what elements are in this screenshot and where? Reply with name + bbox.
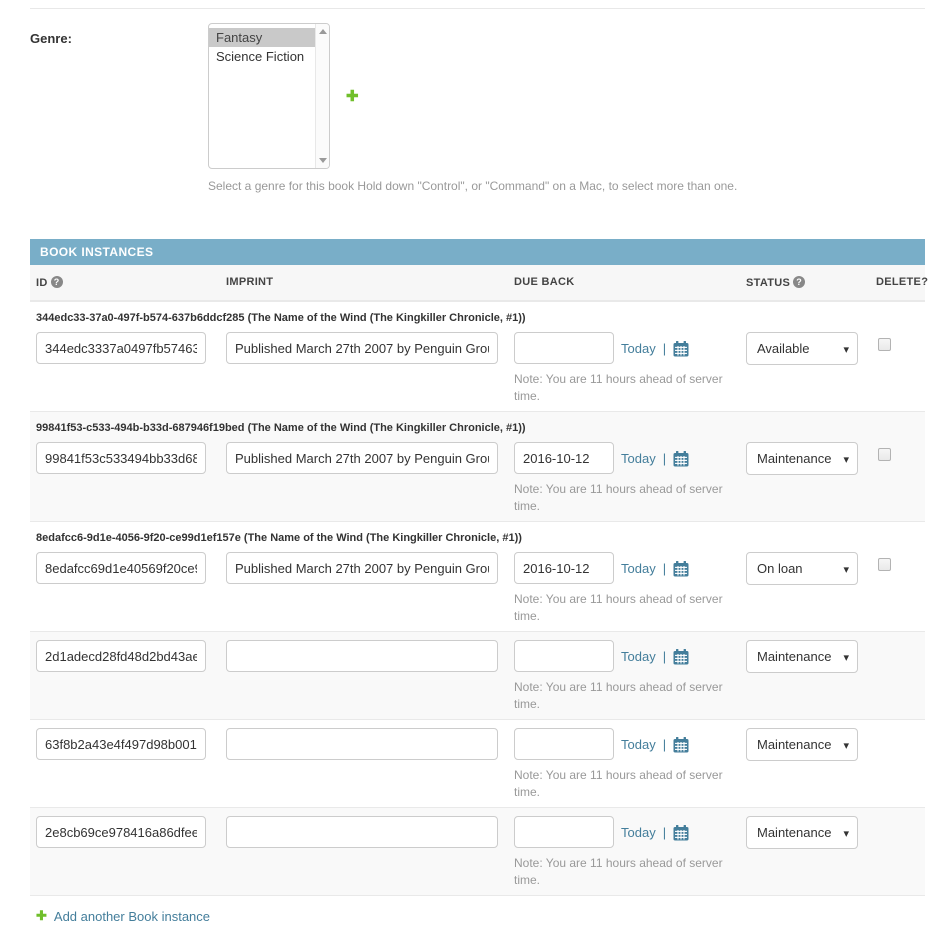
genre-option-fantasy[interactable]: Fantasy [209, 28, 315, 47]
instance-heading: 344edc33-37a0-497f-b574-637b6ddcf285 (Th… [30, 310, 925, 332]
plus-icon [36, 908, 47, 924]
book-instance-row: 99841f53-c533-494b-b33d-687946f19bed (Th… [30, 411, 925, 521]
separator: | [663, 825, 666, 840]
genre-multiselect[interactable]: Fantasy Science Fiction [208, 23, 330, 169]
scroll-down-icon[interactable] [319, 158, 327, 163]
server-time-note: Note: You are 11 hours ahead of server t… [514, 371, 740, 405]
imprint-input[interactable] [226, 442, 498, 474]
genre-option-list: Fantasy Science Fiction [209, 24, 315, 70]
column-header-row: ID IMPRINT DUE BACK STATUS DELETE? [30, 265, 925, 301]
today-link[interactable]: Today [621, 825, 656, 840]
delete-checkbox[interactable] [878, 448, 891, 461]
column-header-id: ID [30, 276, 220, 289]
status-select[interactable]: On loan [746, 552, 858, 585]
status-select[interactable]: Maintenance [746, 816, 858, 849]
calendar-icon[interactable] [673, 737, 689, 753]
chevron-down-icon [843, 825, 849, 840]
separator: | [663, 341, 666, 356]
id-input[interactable] [36, 640, 206, 672]
help-icon [793, 276, 805, 288]
due-back-input[interactable] [514, 640, 614, 672]
server-time-note: Note: You are 11 hours ahead of server t… [514, 591, 740, 625]
scrollbar[interactable] [315, 24, 329, 168]
book-instances-panel: BOOK INSTANCES ID IMPRINT DUE BACK STATU… [30, 239, 925, 936]
delete-checkbox[interactable] [878, 558, 891, 571]
server-time-note: Note: You are 11 hours ahead of server t… [514, 855, 740, 889]
id-input[interactable] [36, 728, 206, 760]
calendar-icon[interactable] [673, 451, 689, 467]
status-value: Available [757, 341, 810, 356]
column-header-imprint: IMPRINT [220, 276, 508, 289]
calendar-icon[interactable] [673, 649, 689, 665]
id-input[interactable] [36, 816, 206, 848]
instance-heading: 8edafcc6-9d1e-4056-9f20-ce99d1ef157e (Th… [30, 530, 925, 552]
status-value: Maintenance [757, 737, 831, 752]
column-header-status: STATUS [740, 276, 870, 289]
separator: | [663, 737, 666, 752]
server-time-note: Note: You are 11 hours ahead of server t… [514, 481, 740, 515]
status-select[interactable]: Available [746, 332, 858, 365]
due-back-input[interactable] [514, 332, 614, 364]
genre-option-science-fiction[interactable]: Science Fiction [209, 47, 315, 66]
column-header-due-back: DUE BACK [508, 276, 740, 289]
column-header-delete: DELETE? [870, 276, 925, 289]
calendar-icon[interactable] [673, 825, 689, 841]
status-value: Maintenance [757, 649, 831, 664]
add-book-instance-label: Add another Book instance [54, 909, 210, 924]
server-time-note: Note: You are 11 hours ahead of server t… [514, 767, 740, 801]
imprint-input[interactable] [226, 332, 498, 364]
chevron-down-icon [843, 561, 849, 576]
server-time-note: Note: You are 11 hours ahead of server t… [514, 679, 740, 713]
separator: | [663, 561, 666, 576]
id-input[interactable] [36, 332, 206, 364]
separator: | [663, 649, 666, 664]
book-instance-row: Today | Note: You are 11 hours ahead of … [30, 807, 925, 895]
chevron-down-icon [843, 451, 849, 466]
status-value: On loan [757, 561, 803, 576]
genre-label: Genre: [30, 23, 208, 169]
today-link[interactable]: Today [621, 561, 656, 576]
status-select[interactable]: Maintenance [746, 640, 858, 673]
status-value: Maintenance [757, 825, 831, 840]
add-book-instance-link[interactable]: Add another Book instance [30, 895, 925, 936]
plus-icon [346, 89, 359, 104]
id-input[interactable] [36, 442, 206, 474]
book-instance-row: Today | Note: You are 11 hours ahead of … [30, 631, 925, 719]
chevron-down-icon [843, 649, 849, 664]
genre-help-text: Select a genre for this book Hold down "… [208, 179, 925, 193]
delete-checkbox[interactable] [878, 338, 891, 351]
due-back-input[interactable] [514, 816, 614, 848]
chevron-down-icon [843, 737, 849, 752]
due-back-input[interactable] [514, 552, 614, 584]
genre-field-row: Genre: Fantasy Science Fiction [30, 9, 925, 169]
status-select[interactable]: Maintenance [746, 442, 858, 475]
book-instance-row: Today | Note: You are 11 hours ahead of … [30, 719, 925, 807]
today-link[interactable]: Today [621, 737, 656, 752]
add-genre-button[interactable] [346, 87, 359, 105]
imprint-input[interactable] [226, 552, 498, 584]
book-instances-header: BOOK INSTANCES [30, 239, 925, 265]
book-instance-row: 8edafcc6-9d1e-4056-9f20-ce99d1ef157e (Th… [30, 521, 925, 631]
calendar-icon[interactable] [673, 561, 689, 577]
scroll-up-icon[interactable] [319, 29, 327, 34]
help-icon [51, 276, 63, 288]
separator: | [663, 451, 666, 466]
imprint-input[interactable] [226, 640, 498, 672]
calendar-icon[interactable] [673, 341, 689, 357]
today-link[interactable]: Today [621, 649, 656, 664]
today-link[interactable]: Today [621, 451, 656, 466]
status-value: Maintenance [757, 451, 831, 466]
id-input[interactable] [36, 552, 206, 584]
status-select[interactable]: Maintenance [746, 728, 858, 761]
imprint-input[interactable] [226, 816, 498, 848]
due-back-input[interactable] [514, 728, 614, 760]
page: Genre: Fantasy Science Fiction Select a … [30, 8, 925, 936]
due-back-input[interactable] [514, 442, 614, 474]
chevron-down-icon [843, 341, 849, 356]
book-instance-row: 344edc33-37a0-497f-b574-637b6ddcf285 (Th… [30, 301, 925, 411]
today-link[interactable]: Today [621, 341, 656, 356]
instance-heading: 99841f53-c533-494b-b33d-687946f19bed (Th… [30, 420, 925, 442]
imprint-input[interactable] [226, 728, 498, 760]
